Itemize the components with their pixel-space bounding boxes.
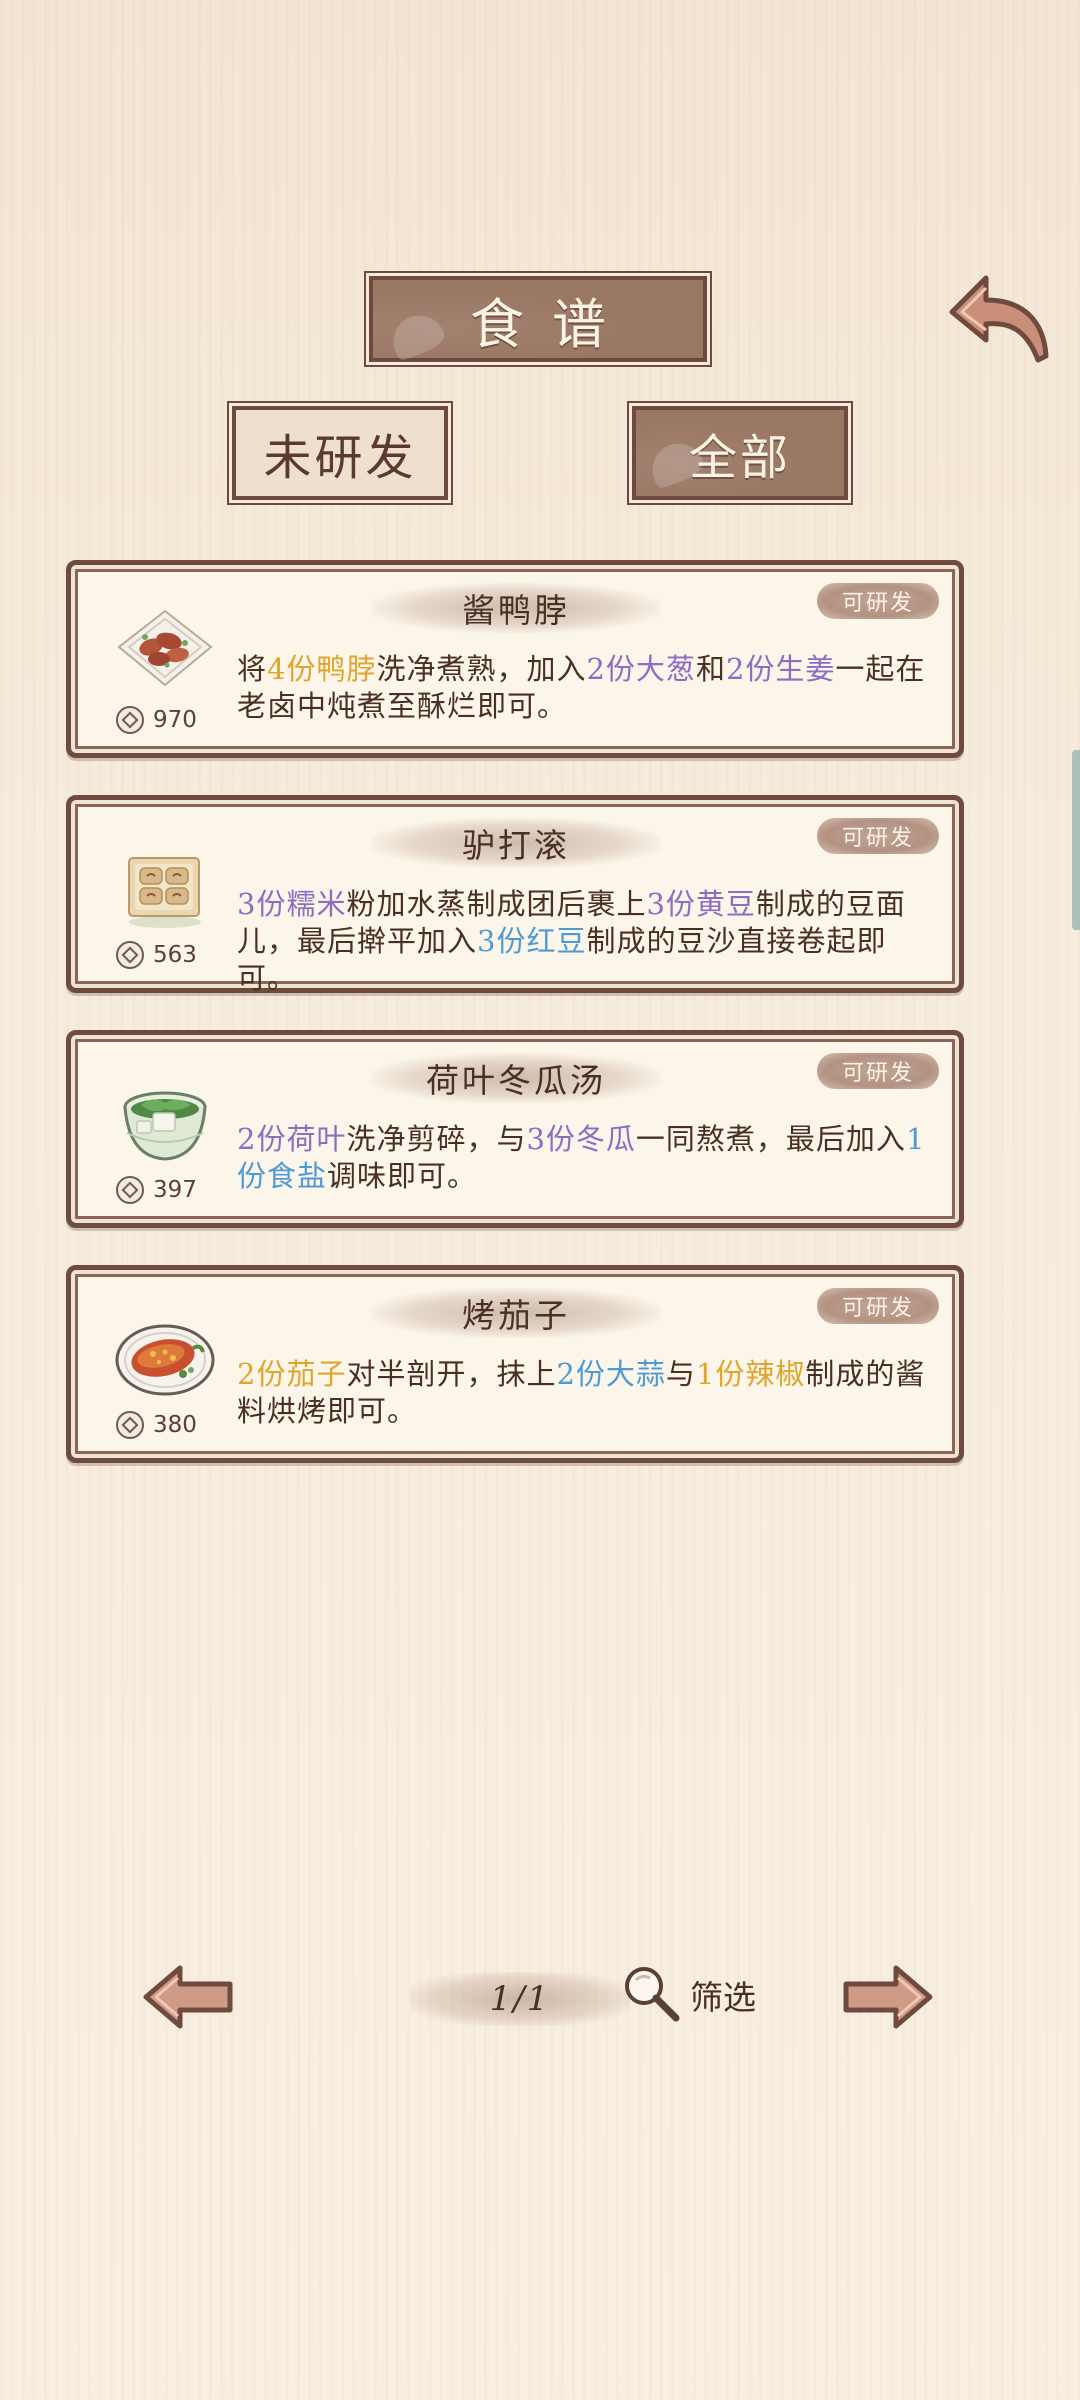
- research-cost: 563: [115, 940, 197, 970]
- cost-value: 970: [153, 707, 197, 733]
- research-cost: 380: [115, 1410, 197, 1440]
- ingredient-text: 3份糯米: [237, 887, 347, 921]
- cost-value: 397: [153, 1177, 197, 1203]
- recipe-description: 2份茄子对半剖开，抹上2份大蒜与1份辣椒制成的酱料烘烤即可。: [237, 1356, 937, 1430]
- donkey-roll-dish-icon: [128, 857, 201, 928]
- research-cost: 970: [115, 705, 197, 735]
- cost-value: 380: [153, 1412, 197, 1438]
- filter-button[interactable]: 筛选: [620, 1962, 756, 2024]
- back-arrow-icon: [949, 275, 1049, 363]
- recipe-name: 驴打滚: [462, 826, 570, 865]
- ingredient-text: 1份辣椒: [695, 1357, 806, 1391]
- ingredient-text: 2份茄子: [237, 1357, 347, 1391]
- next-page-button[interactable]: [840, 1962, 936, 2032]
- tab-all-label: 全部: [688, 430, 791, 486]
- coin-icon: [116, 941, 144, 969]
- recipe-name: 荷叶冬瓜汤: [426, 1061, 606, 1100]
- title-plate-inner: 食谱: [364, 271, 712, 367]
- recipe-name-banner: 烤茄子: [371, 1288, 661, 1338]
- research-badge[interactable]: 可研发: [817, 583, 939, 619]
- ingredient-text: 3份红豆: [477, 924, 587, 958]
- description-text: 对半剖开，抹上: [346, 1357, 557, 1391]
- magnifier-icon: [625, 1967, 680, 2022]
- coin-icon: [116, 1411, 144, 1439]
- filter-label: 筛选: [690, 1978, 756, 2017]
- page-indicator: 1/1: [410, 1972, 630, 2026]
- recipe-name: 烤茄子: [462, 1296, 570, 1335]
- coin-icon: [116, 706, 144, 734]
- prev-page-button[interactable]: [140, 1962, 236, 2032]
- coin-icon: [116, 1176, 144, 1204]
- roast-eggplant-dish-icon: [115, 1324, 215, 1396]
- description-text: 与: [665, 1357, 696, 1391]
- ingredient-text: 2份大蒜: [556, 1357, 666, 1391]
- recipe-name: 酱鸭脖: [462, 591, 570, 630]
- recipe-list: 酱鸭脖 可研发 970 将4份鸭脖洗净煮熟，加入2份大葱和2份生姜一起在老卤中炖…: [66, 560, 964, 1500]
- research-badge[interactable]: 可研发: [817, 1053, 939, 1089]
- description-text: 洗净剪碎，与: [346, 1122, 527, 1156]
- page-title: 食谱: [470, 292, 634, 356]
- right-arrow-icon: [843, 1965, 933, 2029]
- recipe-description: 3份糯米粉加水蒸制成团后裹上3份黄豆制成的豆面儿，最后擀平加入3份红豆制成的豆沙…: [237, 886, 937, 997]
- recipe-card[interactable]: 驴打滚 可研发 563 3份糯米粉加水蒸制成团后裹上3份黄豆制成的豆面儿，最后擀…: [66, 795, 964, 995]
- recipe-name-banner: 荷叶冬瓜汤: [371, 1053, 661, 1103]
- recipe-name-banner: 酱鸭脖: [371, 583, 661, 633]
- recipe-name-banner: 驴打滚: [371, 818, 661, 868]
- duck-neck-dish-icon: [117, 609, 213, 687]
- cost-value: 563: [153, 942, 197, 968]
- description-text: 粉加水蒸制成团后裹上: [346, 887, 647, 921]
- description-text: 调味即可。: [327, 1159, 478, 1193]
- research-badge[interactable]: 可研发: [817, 1288, 939, 1324]
- tab-all[interactable]: 全部: [626, 400, 854, 506]
- description-text: 洗净煮熟，加入: [376, 652, 587, 686]
- ingredient-text: 4份鸭脖: [267, 652, 377, 686]
- left-arrow-icon: [143, 1965, 233, 2029]
- recipe-card[interactable]: 酱鸭脖 可研发 970 将4份鸭脖洗净煮熟，加入2份大葱和2份生姜一起在老卤中炖…: [66, 560, 964, 758]
- tab-undeveloped-label: 未研发: [263, 430, 417, 486]
- tab-undeveloped[interactable]: 未研发: [226, 400, 454, 506]
- ingredient-text: 2份大葱: [586, 652, 696, 686]
- back-button[interactable]: [946, 270, 1056, 370]
- recipe-title-plate: 食谱: [363, 270, 713, 368]
- description-text: 和: [695, 652, 726, 686]
- description-text: 一同熬煮，最后加入: [635, 1122, 906, 1156]
- leaf-decoration: [386, 308, 448, 362]
- ingredient-text: 3份冬瓜: [526, 1122, 636, 1156]
- recipe-description: 2份荷叶洗净剪碎，与3份冬瓜一同熬煮，最后加入1份食盐调味即可。: [237, 1121, 937, 1195]
- ingredient-text: 2份荷叶: [237, 1122, 347, 1156]
- research-cost: 397: [115, 1175, 197, 1205]
- winter-melon-soup-icon: [123, 1091, 207, 1161]
- ingredient-text: 2份生姜: [725, 652, 836, 686]
- ingredient-text: 3份黄豆: [646, 887, 756, 921]
- tab-undeveloped-inner: 未研发: [227, 401, 453, 505]
- recipe-description: 将4份鸭脖洗净煮熟，加入2份大葱和2份生姜一起在老卤中炖煮至酥烂即可。: [237, 651, 937, 725]
- research-badge[interactable]: 可研发: [817, 818, 939, 854]
- recipe-card[interactable]: 荷叶冬瓜汤 可研发 397 2份荷叶洗净剪碎，与3份冬瓜一同熬煮，最后加入1份食…: [66, 1030, 964, 1228]
- side-drawer-handle[interactable]: [1072, 750, 1080, 930]
- description-text: 将: [237, 652, 268, 686]
- recipe-card[interactable]: 烤茄子 可研发 380 2份茄子对半剖开，抹上2份大蒜与1份辣椒制成的酱料烘烤即…: [66, 1265, 964, 1463]
- tab-all-inner: 全部: [627, 401, 853, 505]
- page-number: 1/1: [489, 1979, 551, 2019]
